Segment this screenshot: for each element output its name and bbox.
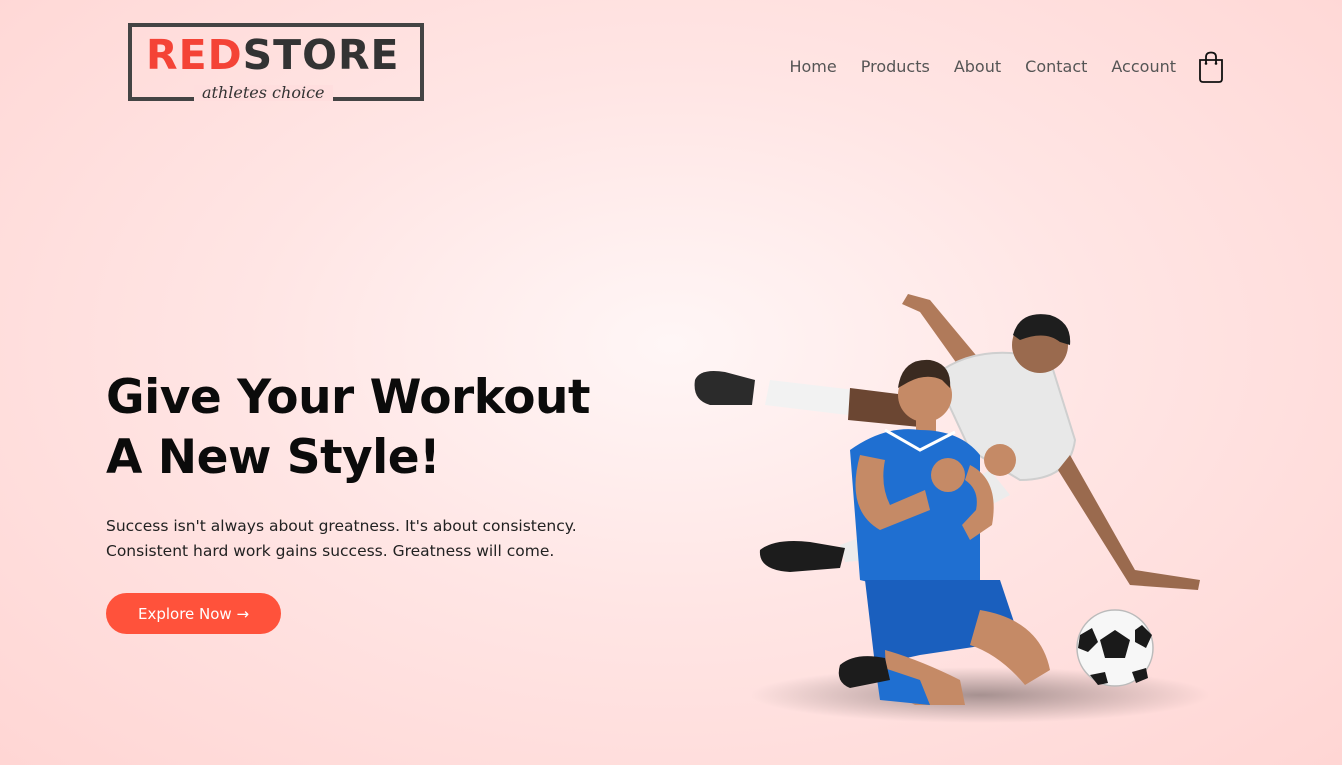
logo-red-text: RED — [146, 31, 243, 79]
logo-dark-text: STORE — [242, 31, 400, 79]
nav-account[interactable]: Account — [1111, 57, 1176, 76]
hero-title-line2: A New Style! — [106, 430, 441, 485]
logo[interactable]: REDSTORE athletes choice — [128, 23, 424, 101]
nav-products[interactable]: Products — [861, 57, 930, 76]
nav-about[interactable]: About — [954, 57, 1001, 76]
main-nav: Home Products About Contact Account — [789, 57, 1176, 76]
hero-description-line1: Success isn't always about greatness. It… — [106, 517, 577, 535]
nav-home[interactable]: Home — [789, 57, 836, 76]
explore-now-button[interactable]: Explore Now → — [106, 593, 281, 634]
hero-description: Success isn't always about greatness. It… — [106, 514, 626, 564]
logo-tagline: athletes choice — [194, 85, 333, 101]
shopping-bag-icon[interactable] — [1198, 51, 1224, 83]
nav-contact[interactable]: Contact — [1025, 57, 1087, 76]
hero-image — [680, 280, 1240, 730]
logo-wordmark: REDSTORE — [146, 35, 400, 76]
hero-title: Give Your Workout A New Style! — [106, 368, 626, 488]
hero-title-line1: Give Your Workout — [106, 370, 590, 425]
hero-description-line2: Consistent hard work gains success. Grea… — [106, 542, 555, 560]
